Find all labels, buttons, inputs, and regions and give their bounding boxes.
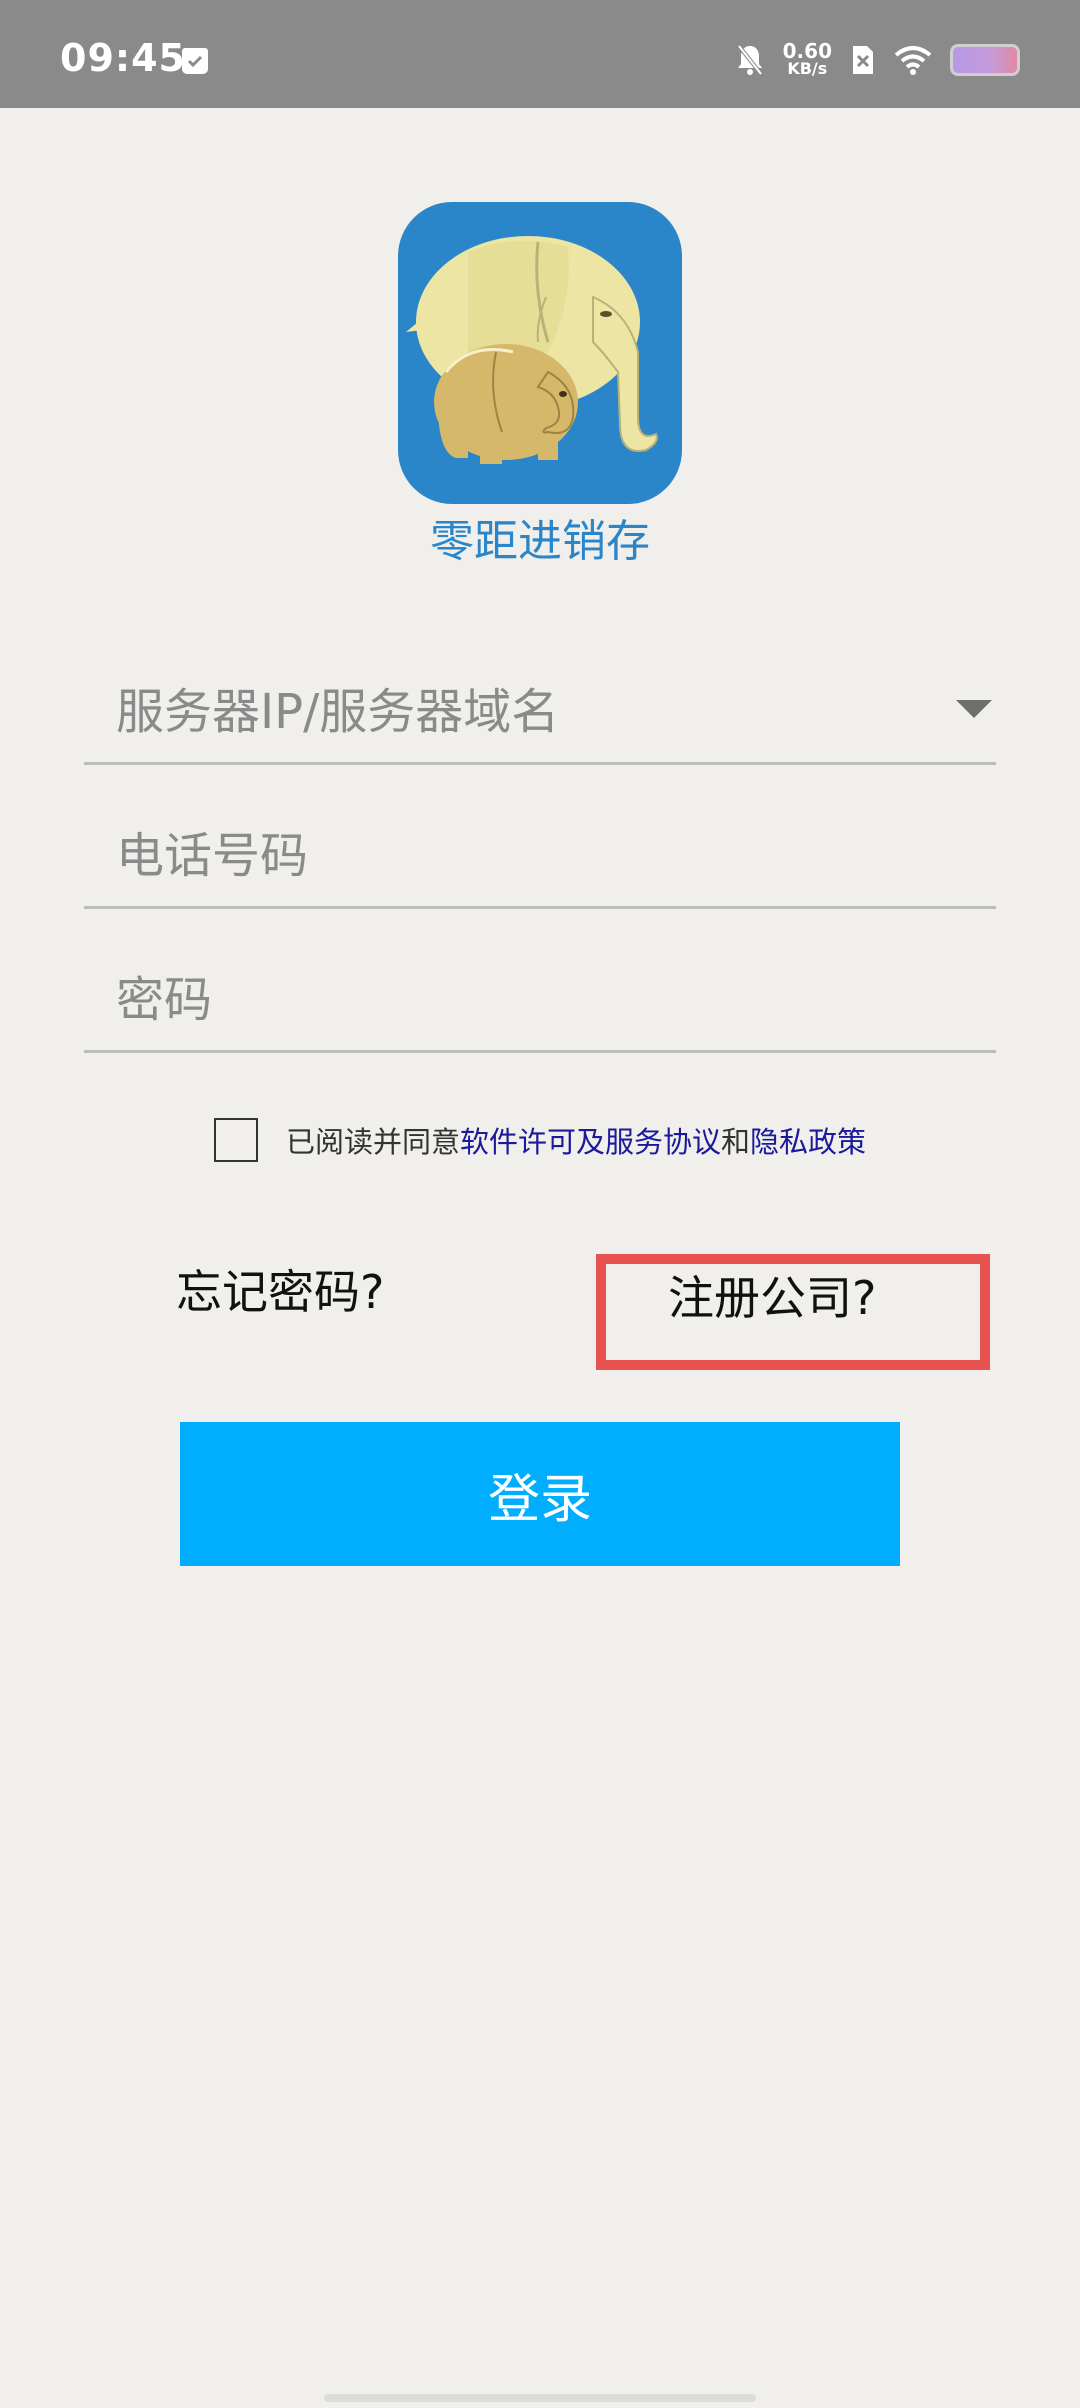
server-field[interactable] bbox=[84, 662, 996, 765]
status-time: 09:45 bbox=[60, 36, 186, 80]
mute-bell-icon bbox=[737, 44, 763, 76]
status-icons: 0.60 KB/s bbox=[735, 40, 1020, 80]
network-speed: 0.60 KB/s bbox=[782, 39, 832, 78]
agreement-prefix: 已阅读并同意 bbox=[286, 1125, 461, 1159]
no-sim-icon bbox=[853, 46, 873, 74]
login-button[interactable]: 登录 bbox=[180, 1422, 900, 1566]
agreement-row: 已阅读并同意 软件许可及服务协议 和 隐私政策 bbox=[214, 1118, 866, 1162]
agreement-and: 和 bbox=[721, 1125, 751, 1159]
login-screen: 09:45 0.60 KB/s 零距进销存 服务器IP/服务器域名 电话号码 已… bbox=[0, 0, 1080, 2408]
network-speed-unit: KB/s bbox=[787, 59, 828, 78]
app-logo bbox=[398, 202, 682, 504]
dropdown-arrow-icon[interactable] bbox=[956, 700, 992, 718]
home-indicator[interactable] bbox=[324, 2394, 756, 2402]
app-name: 零距进销存 bbox=[430, 516, 650, 567]
license-agreement-link[interactable]: 软件许可及服务协议 bbox=[460, 1119, 721, 1161]
register-company-link[interactable]: 注册公司? bbox=[668, 1262, 876, 1328]
phone-field[interactable] bbox=[84, 806, 996, 909]
phone-input[interactable] bbox=[116, 806, 936, 906]
server-input[interactable] bbox=[116, 662, 936, 762]
wifi-icon bbox=[894, 46, 932, 75]
agreement-checkbox[interactable] bbox=[214, 1118, 258, 1162]
notification-app-icon bbox=[182, 48, 208, 74]
password-input[interactable] bbox=[116, 950, 936, 1050]
elephant-logo-icon bbox=[406, 236, 658, 464]
privacy-policy-link[interactable]: 隐私政策 bbox=[750, 1119, 866, 1161]
register-company-highlight[interactable]: 注册公司? bbox=[596, 1254, 990, 1370]
network-speed-value: 0.60 bbox=[782, 39, 832, 63]
battery-icon bbox=[950, 44, 1020, 76]
status-bar: 09:45 0.60 KB/s bbox=[0, 0, 1080, 108]
password-field[interactable] bbox=[84, 950, 996, 1053]
forgot-password-link[interactable]: 忘记密码? bbox=[176, 1256, 384, 1322]
